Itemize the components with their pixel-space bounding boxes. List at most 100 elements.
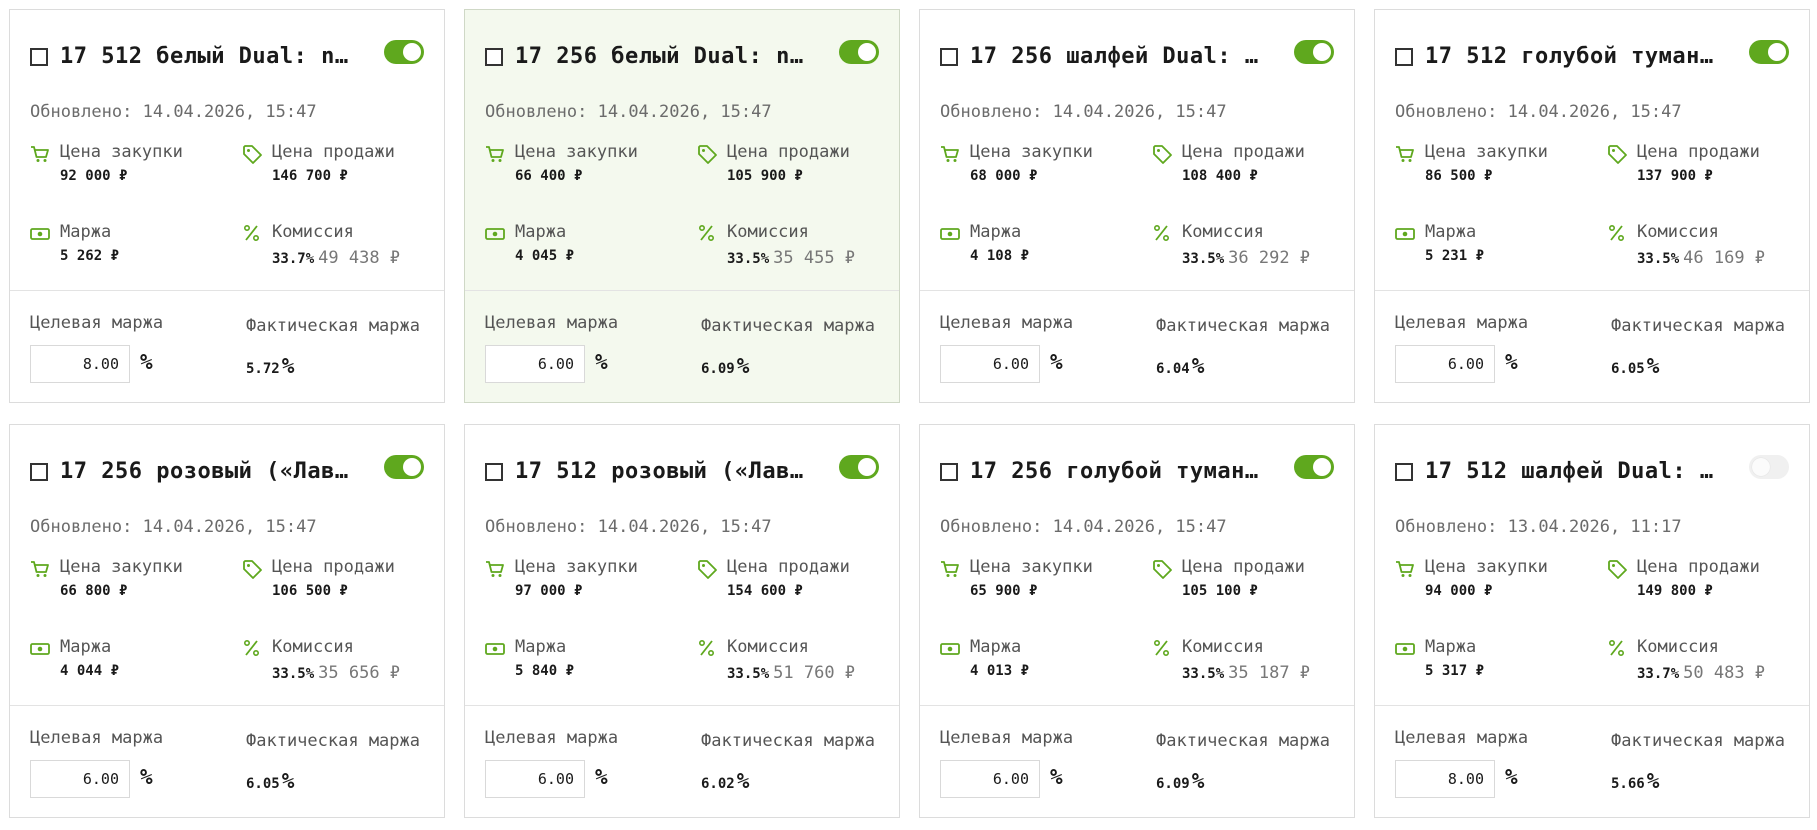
tag-icon bbox=[1153, 560, 1172, 579]
actual-margin-percent-sign: % bbox=[1646, 769, 1660, 793]
product-card[interactable]: 17 256 белый Dual: na… Обновлено: 14.04.… bbox=[464, 9, 900, 403]
commission-amount: 51 760 ₽ bbox=[773, 663, 856, 683]
commission-value: 33.5% 51 760 ₽ bbox=[727, 663, 855, 683]
margin-value: 5 840 ₽ bbox=[515, 663, 575, 679]
target-margin-input[interactable] bbox=[940, 345, 1040, 383]
tag-icon bbox=[1608, 560, 1627, 579]
margin-label: Маржа bbox=[1425, 222, 1477, 242]
enabled-toggle[interactable] bbox=[1294, 40, 1334, 64]
commission-amount: 35 656 ₽ bbox=[318, 663, 401, 683]
card-header: 17 256 розовый («Лава… bbox=[30, 455, 424, 487]
margin-label: Маржа bbox=[970, 637, 1022, 657]
margin-value: 5 262 ₽ bbox=[60, 248, 120, 264]
sell-price-label: Цена продажи bbox=[1182, 557, 1305, 577]
sell-price-value: 106 500 ₽ bbox=[272, 583, 348, 599]
toggle-knob bbox=[1768, 43, 1786, 61]
select-checkbox[interactable] bbox=[485, 463, 503, 481]
target-margin-percent-sign: % bbox=[595, 350, 608, 374]
select-checkbox[interactable] bbox=[940, 48, 958, 66]
commission-label: Комиссия bbox=[727, 637, 809, 657]
card-divider bbox=[1375, 705, 1809, 706]
enabled-toggle[interactable] bbox=[839, 40, 879, 64]
select-checkbox[interactable] bbox=[1395, 48, 1413, 66]
commission-amount: 50 483 ₽ bbox=[1683, 663, 1766, 683]
target-margin-input[interactable] bbox=[940, 760, 1040, 798]
money-icon bbox=[940, 643, 960, 655]
product-card[interactable]: 17 512 белый Dual: na… Обновлено: 14.04.… bbox=[9, 9, 445, 403]
margin-label: Маржа bbox=[1425, 637, 1477, 657]
product-title: 17 512 белый Dual: na… bbox=[60, 44, 360, 69]
product-card[interactable]: 17 256 шалфей Dual: n… Обновлено: 14.04.… bbox=[919, 9, 1355, 403]
money-icon bbox=[1395, 643, 1415, 655]
product-card[interactable]: 17 512 шалфей Dual: n… Обновлено: 13.04.… bbox=[1374, 424, 1810, 818]
margin-label: Маржа bbox=[60, 222, 112, 242]
enabled-toggle[interactable] bbox=[1749, 455, 1789, 479]
product-card[interactable]: 17 512 голубой туман … Обновлено: 14.04.… bbox=[1374, 9, 1810, 403]
target-margin-input[interactable] bbox=[485, 760, 585, 798]
target-margin-label: Целевая маржа bbox=[940, 313, 1074, 333]
card-header: 17 512 голубой туман … bbox=[1395, 40, 1789, 72]
margin-value: 4 045 ₽ bbox=[515, 248, 575, 264]
enabled-toggle[interactable] bbox=[384, 455, 424, 479]
sell-price-value: 149 800 ₽ bbox=[1637, 583, 1713, 599]
card-header: 17 256 шалфей Dual: n… bbox=[940, 40, 1334, 72]
margin-value: 5 231 ₽ bbox=[1425, 248, 1485, 264]
select-checkbox[interactable] bbox=[940, 463, 958, 481]
actual-margin-label: Фактическая маржа bbox=[1611, 731, 1785, 751]
target-margin-input[interactable] bbox=[30, 345, 130, 383]
select-checkbox[interactable] bbox=[30, 48, 48, 66]
actual-margin-percent-sign: % bbox=[1646, 354, 1660, 378]
updated-label: Обновлено: bbox=[485, 517, 588, 537]
actual-margin-label: Фактическая маржа bbox=[1156, 316, 1330, 336]
enabled-toggle[interactable] bbox=[384, 40, 424, 64]
card-divider bbox=[465, 290, 899, 291]
product-title: 17 256 розовый («Лава… bbox=[60, 459, 360, 484]
toggle-knob bbox=[403, 458, 421, 476]
tag-icon bbox=[1608, 145, 1627, 164]
updated-text: Обновлено: 14.04.2026, 15:47 bbox=[485, 517, 772, 537]
actual-margin-number: 6.09 bbox=[701, 361, 735, 377]
commission-label: Комиссия bbox=[272, 637, 354, 657]
updated-label: Обновлено: bbox=[30, 517, 133, 537]
buy-price-label: Цена закупки bbox=[515, 142, 638, 162]
product-card[interactable]: 17 256 розовый («Лава… Обновлено: 14.04.… bbox=[9, 424, 445, 818]
margin-value: 5 317 ₽ bbox=[1425, 663, 1485, 679]
updated-text: Обновлено: 14.04.2026, 15:47 bbox=[30, 517, 317, 537]
target-margin-input[interactable] bbox=[30, 760, 130, 798]
sell-price-label: Цена продажи bbox=[1637, 557, 1760, 577]
commission-amount: 35 187 ₽ bbox=[1228, 663, 1311, 683]
target-margin-input[interactable] bbox=[485, 345, 585, 383]
tag-icon bbox=[243, 560, 262, 579]
product-card[interactable]: 17 512 розовый («Лава… Обновлено: 14.04.… bbox=[464, 424, 900, 818]
updated-date: 14.04.2026, 15:47 bbox=[597, 517, 772, 537]
select-checkbox[interactable] bbox=[485, 48, 503, 66]
enabled-toggle[interactable] bbox=[1749, 40, 1789, 64]
toggle-knob bbox=[1752, 458, 1770, 476]
actual-margin-label: Фактическая маржа bbox=[1611, 316, 1785, 336]
tag-icon bbox=[1153, 145, 1172, 164]
card-divider bbox=[920, 290, 1354, 291]
commission-percent: 33.5% bbox=[1182, 666, 1225, 682]
actual-margin-number: 5.72 bbox=[246, 361, 280, 377]
sell-price-label: Цена продажи bbox=[272, 142, 395, 162]
commission-amount: 36 292 ₽ bbox=[1228, 248, 1311, 268]
enabled-toggle[interactable] bbox=[839, 455, 879, 479]
product-card[interactable]: 17 256 голубой туман … Обновлено: 14.04.… bbox=[919, 424, 1355, 818]
target-margin-input[interactable] bbox=[1395, 760, 1495, 798]
updated-label: Обновлено: bbox=[485, 102, 588, 122]
target-margin-input[interactable] bbox=[1395, 345, 1495, 383]
margin-label: Маржа bbox=[60, 637, 112, 657]
actual-margin-percent-sign: % bbox=[736, 354, 750, 378]
select-checkbox[interactable] bbox=[1395, 463, 1413, 481]
toggle-knob bbox=[858, 458, 876, 476]
percent-icon bbox=[1153, 224, 1170, 242]
commission-percent: 33.7% bbox=[272, 251, 315, 267]
select-checkbox[interactable] bbox=[30, 463, 48, 481]
product-title: 17 512 розовый («Лава… bbox=[515, 459, 815, 484]
money-icon bbox=[485, 228, 505, 240]
actual-margin-value: 6.04% bbox=[1156, 354, 1204, 378]
commission-value: 33.7% 50 483 ₽ bbox=[1637, 663, 1765, 683]
margin-value: 4 013 ₽ bbox=[970, 663, 1030, 679]
enabled-toggle[interactable] bbox=[1294, 455, 1334, 479]
target-margin-percent-sign: % bbox=[1050, 350, 1063, 374]
